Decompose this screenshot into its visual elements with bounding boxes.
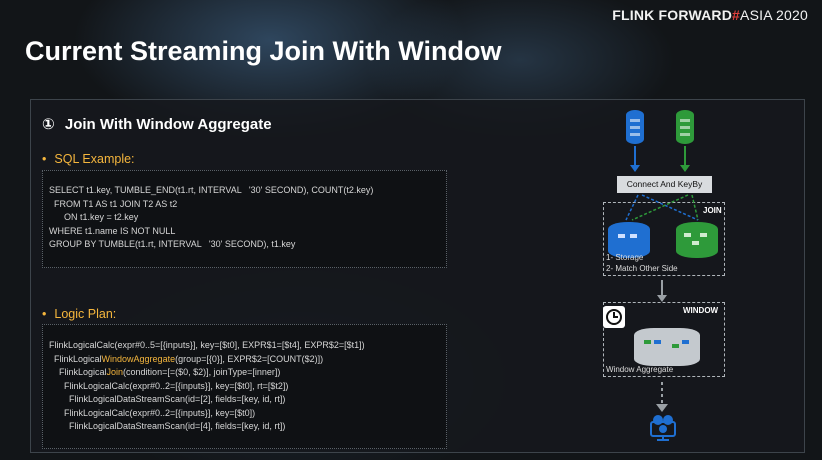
window-to-sink-arrow: [656, 382, 668, 412]
plan-line: FlinkLogicalCalc(expr#0..2=[{inputs}], k…: [49, 380, 289, 391]
logic-plan-block: FlinkLogicalCalc(expr#0..5=[{inputs}], k…: [42, 324, 447, 449]
join-window-diagram: Connect And KeyBy JOIN 1- Storage 2- Mat…: [570, 100, 800, 450]
page-title: Current Streaming Join With Window: [25, 36, 502, 66]
match-label: 2- Match Other Side: [606, 264, 678, 273]
bullet-dot: •: [42, 152, 47, 166]
brand-logo: FLINK FORWARD#ASIA 2020: [612, 7, 808, 23]
plan-line: FlinkLogicalCalc(expr#0..2=[{inputs}], k…: [49, 407, 256, 418]
logic-plan-heading: • Logic Plan:: [42, 307, 116, 321]
timer-icon: [603, 306, 625, 328]
green-state-store-icon: [676, 222, 718, 258]
section-title-text: Join With Window Aggregate: [64, 116, 272, 133]
window-state-icon: [634, 328, 700, 366]
join-to-window-arrow: [657, 280, 667, 302]
brand-rest: ASIA 2020: [740, 7, 808, 23]
plan-line-post: (group=[{0}], EXPR$2=[COUNT($2)]): [175, 353, 324, 364]
keyby-arrows: [625, 194, 699, 221]
plan-line-post: (condition=[=($0, $2)], joinType=[inner]…: [123, 367, 281, 377]
sql-line: WHERE t1.name IS NOT NULL: [49, 225, 176, 236]
section-title: ① Join With Window Aggregate: [42, 115, 272, 133]
sql-line: FROM T1 AS t1 JOIN T2 AS t2: [49, 198, 178, 209]
bullet-dot: •: [42, 307, 47, 321]
sql-example-heading: • SQL Example:: [42, 152, 135, 166]
window-label: WINDOW: [683, 306, 719, 315]
window-aggregate-label: Window Aggregate: [606, 365, 674, 374]
plan-highlight-window-aggregate: WindowAggregate: [101, 353, 176, 364]
plan-highlight-join: Join: [106, 367, 124, 377]
brand-bold: FLINK FORWARD: [612, 7, 733, 23]
sql-code-block: SELECT t1.key, TUMBLE_END(t1.rt, INTERVA…: [42, 170, 447, 268]
plan-line: FlinkLogicalDataStreamScan(id=[4], field…: [49, 421, 286, 431]
sql-line: GROUP BY TUMBLE(t1.rt, INTERVAL '30' SEC…: [49, 239, 296, 249]
plan-line: FlinkLogicalWindowAggregate(group=[{0}],…: [49, 353, 440, 367]
plan-line: FlinkLogicalCalc(expr#0..5=[{inputs}], k…: [49, 340, 365, 350]
plan-line-pre: FlinkLogical: [49, 353, 102, 364]
sql-example-label: SQL Example:: [54, 152, 135, 166]
plan-line: FlinkLogicalJoin(condition=[=($0, $2)], …: [49, 366, 440, 380]
logic-plan-label: Logic Plan:: [54, 307, 117, 321]
sql-line: ON t1.key = t2.key: [49, 212, 139, 222]
brand-hash: #: [732, 7, 741, 23]
storage-label: 1- Storage: [606, 253, 644, 262]
sql-line: SELECT t1.key, TUMBLE_END(t1.rt, INTERVA…: [49, 185, 374, 195]
plan-line-pre: FlinkLogical: [49, 367, 107, 377]
result-sink-icon: [650, 415, 676, 441]
section-number: ①: [42, 116, 55, 133]
plan-line: FlinkLogicalDataStreamScan(id=[2], field…: [49, 394, 286, 404]
